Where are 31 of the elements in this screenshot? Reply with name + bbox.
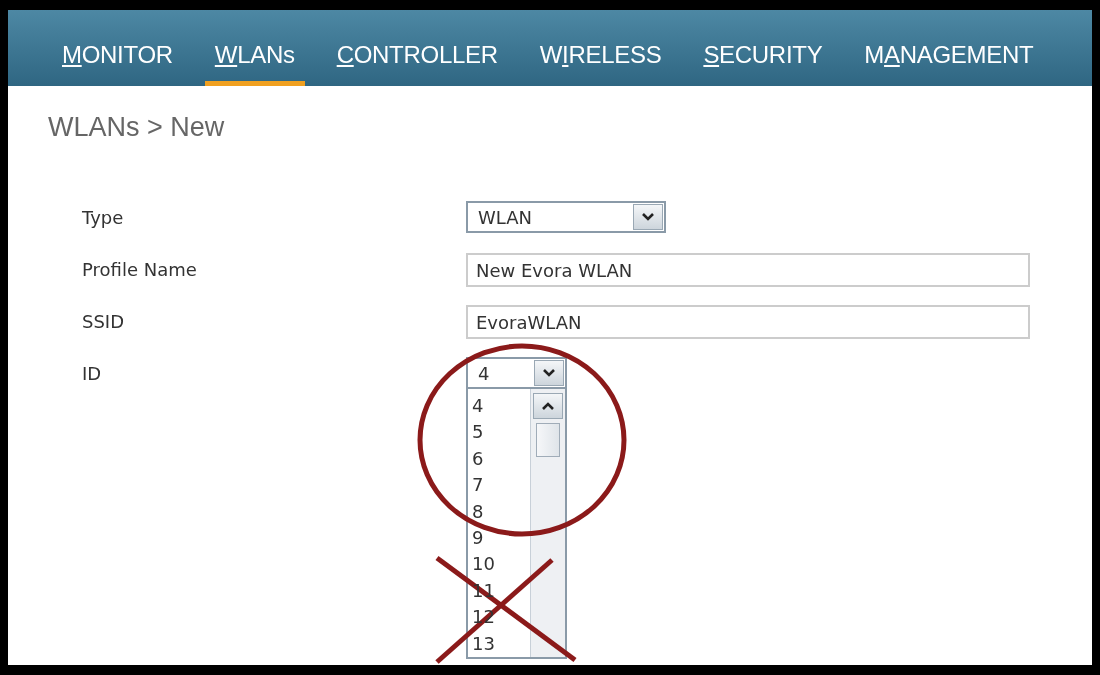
dropdown-option[interactable]: 4: [472, 393, 484, 420]
chevron-up-icon: [540, 401, 555, 411]
dropdown-button[interactable]: [534, 360, 564, 386]
page-title: WLANs > New: [48, 112, 226, 143]
nav-tab[interactable]: SECURITY: [693, 41, 833, 86]
dropdown-option[interactable]: 10: [472, 551, 495, 578]
nav-tab[interactable]: CONTROLLER: [326, 41, 508, 86]
chevron-down-icon: [542, 368, 556, 378]
field-label: SSID: [82, 310, 126, 334]
dropdown-option[interactable]: 13: [472, 630, 495, 658]
dropdown-option[interactable]: 9: [472, 525, 484, 552]
text-field[interactable]: New Evora WLAN: [466, 253, 1030, 287]
field-label: Type: [82, 206, 125, 230]
dropdown-button[interactable]: [633, 204, 663, 230]
chevron-down-icon: [641, 212, 655, 222]
scroll-thumb[interactable]: [536, 423, 560, 457]
select-field[interactable]: WLAN: [466, 201, 666, 233]
nav-tab[interactable]: MONITOR: [52, 41, 183, 86]
field-label: Profile Name: [82, 258, 198, 282]
nav-tab[interactable]: MANAGEMENT: [854, 41, 1044, 86]
dropdown-option[interactable]: 7: [472, 472, 484, 499]
scrollbar[interactable]: [530, 389, 565, 657]
text-field[interactable]: EvoraWLAN: [466, 305, 1030, 339]
field-label: ID: [82, 362, 103, 386]
nav-tab[interactable]: WIRELESS: [529, 41, 672, 86]
scroll-up-button[interactable]: [532, 393, 563, 419]
dropdown-option[interactable]: 6: [472, 445, 484, 473]
select-field[interactable]: 4: [466, 357, 567, 389]
dropdown-option[interactable]: 5: [472, 419, 484, 446]
dropdown-option[interactable]: 8: [472, 498, 484, 526]
nav-tab[interactable]: WLANs: [204, 41, 305, 86]
